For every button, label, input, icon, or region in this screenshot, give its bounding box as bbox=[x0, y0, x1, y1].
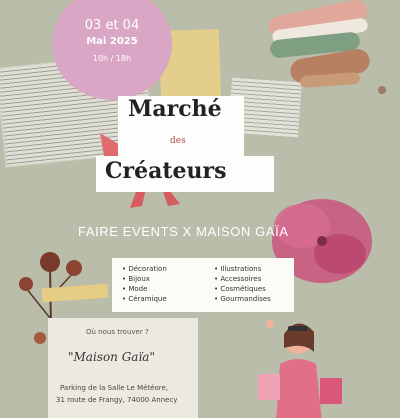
category-item: Décoration bbox=[122, 264, 166, 274]
title-line2: Créateurs bbox=[105, 158, 227, 184]
date-days: 03 et 04 bbox=[84, 18, 140, 33]
category-item: Céramique bbox=[122, 294, 167, 304]
event-subtitle: FAIRE EVENTS X MAISON GAÏA bbox=[78, 224, 289, 239]
title-connector: des bbox=[170, 136, 186, 146]
category-item: Illustrations bbox=[214, 264, 271, 274]
category-item: Cosmétiques bbox=[214, 284, 271, 294]
date-hours: 10h / 18h bbox=[92, 54, 132, 63]
shopper-illustration bbox=[258, 320, 342, 418]
location-address-line2: 31 route de Frangy, 74000 Annecy bbox=[56, 396, 178, 404]
event-poster: 03 et 04 Mai 2025 10h / 18h Marché des C… bbox=[0, 0, 400, 418]
category-item: Gourmandises bbox=[214, 294, 270, 304]
date-month-year: Mai 2025 bbox=[86, 36, 138, 47]
location-address-line1: Parking de la Salle Le Météore, bbox=[60, 384, 169, 392]
categories-right: Illustrations Accessoires Cosmétiques Go… bbox=[214, 264, 271, 304]
location-box: Où nous trouver ? "Maison Gaïa" Parking … bbox=[48, 318, 198, 418]
paint-dot bbox=[378, 86, 386, 94]
title-line1: Marché bbox=[128, 96, 222, 122]
category-item: Bijoux bbox=[122, 274, 167, 284]
categories-left: Décoration Bijoux Mode Céramique bbox=[122, 264, 167, 304]
location-question: Où nous trouver ? bbox=[86, 328, 149, 336]
category-item: Accessoires bbox=[214, 274, 271, 284]
categories-box: Décoration Bijoux Mode Céramique Illustr… bbox=[112, 258, 294, 312]
location-name: "Maison Gaïa" bbox=[68, 350, 155, 364]
category-item: Mode bbox=[122, 284, 167, 294]
